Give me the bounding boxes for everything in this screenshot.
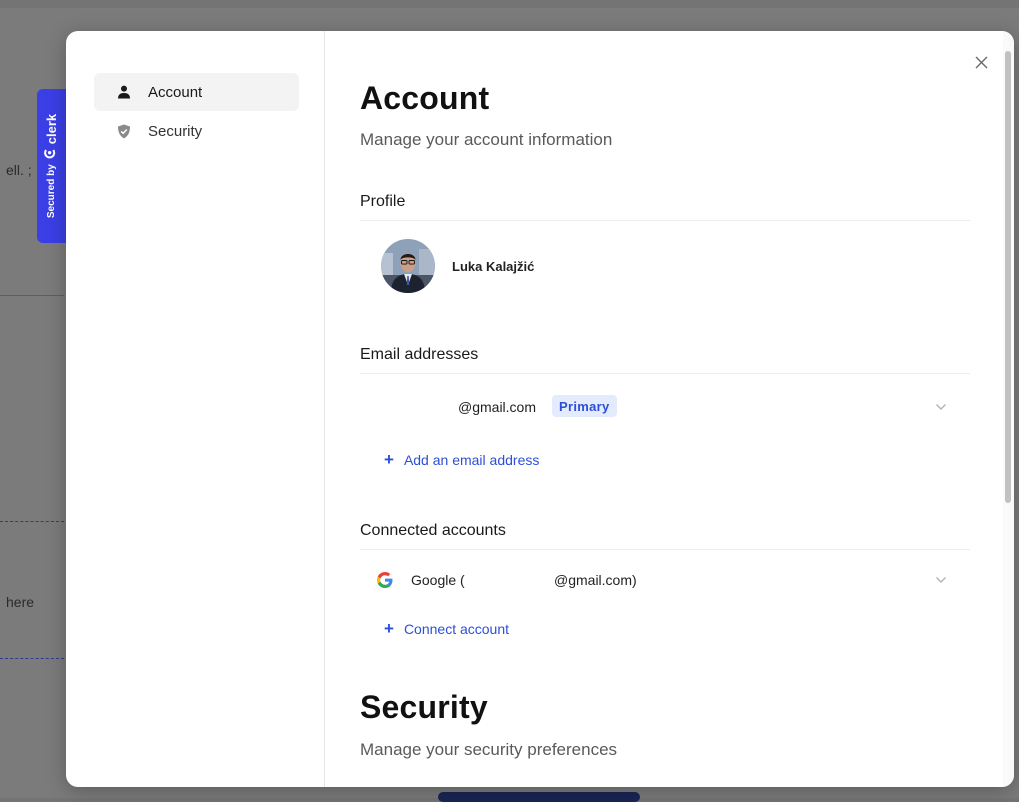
account-provider: Google ( <box>411 572 465 588</box>
page-subtitle: Manage your account information <box>360 130 613 149</box>
secured-by-label: Secured by <box>46 164 58 219</box>
nav-item-label: Account <box>148 83 203 101</box>
email-address: @gmail.com <box>458 399 537 415</box>
nav-item-account[interactable]: Account <box>94 73 299 111</box>
profile-content: Account Manage your account information … <box>360 31 970 787</box>
connect-account-label: Connect account <box>403 620 510 637</box>
backdrop-divider <box>0 295 64 296</box>
clerk-logo-icon <box>44 146 60 159</box>
backdrop-dashed-line <box>0 658 64 659</box>
section-title-profile: Profile <box>360 193 970 221</box>
plus-icon: + <box>384 450 394 469</box>
clerk-brand: clerk <box>44 113 60 145</box>
email-row[interactable]: @gmail.com Primary <box>360 394 970 420</box>
backdrop-button <box>438 792 640 802</box>
avatar[interactable] <box>381 239 435 293</box>
nav-item-security[interactable]: Security <box>94 112 299 150</box>
close-icon <box>975 56 988 74</box>
backdrop-text-fragment: ell. ; <box>6 162 32 178</box>
security-subtitle: Manage your security preferences <box>360 740 618 759</box>
section-title-email: Email addresses <box>360 346 970 374</box>
user-icon <box>116 84 132 100</box>
backdrop-dashed-line <box>0 521 64 522</box>
clerk-secured-badge[interactable]: Secured by clerk <box>37 89 66 243</box>
chevron-down-icon[interactable] <box>934 573 948 587</box>
scrollbar-thumb[interactable] <box>1005 51 1011 503</box>
section-title-connected: Connected accounts <box>360 522 970 550</box>
security-title: Security <box>360 689 488 725</box>
connect-account-button[interactable]: + Connect account <box>384 620 509 637</box>
profile-nav: Account Security <box>66 31 325 787</box>
backdrop-text-fragment: here <box>6 594 35 610</box>
account-email: @gmail.com) <box>554 572 637 588</box>
profile-name: Luka Kalajžić <box>452 259 535 274</box>
page-title: Account <box>360 80 490 116</box>
shield-icon <box>116 123 132 139</box>
primary-badge: Primary <box>552 395 617 417</box>
connected-account-row[interactable]: Google ( @gmail.com) <box>360 569 970 591</box>
nav-item-label: Security <box>148 122 203 140</box>
add-email-button[interactable]: + Add an email address <box>384 451 539 468</box>
chevron-down-icon[interactable] <box>934 400 948 414</box>
user-profile-modal: Account Security Account Manage your acc… <box>66 31 1014 787</box>
close-button[interactable] <box>971 55 991 75</box>
add-email-label: Add an email address <box>403 451 540 468</box>
plus-icon: + <box>384 619 394 638</box>
google-icon <box>376 571 394 589</box>
